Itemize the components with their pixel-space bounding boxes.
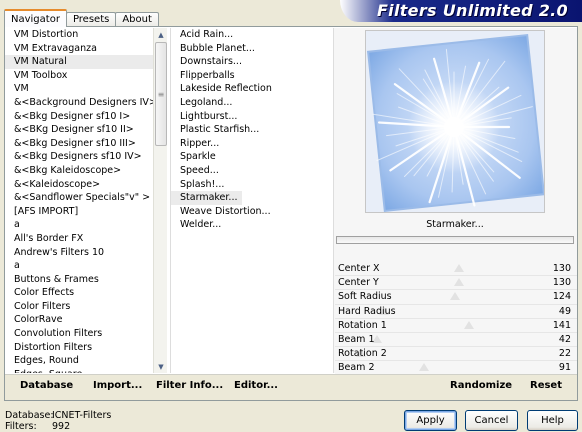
scroll-thumb[interactable]: ≡ <box>155 42 167 146</box>
category-item[interactable]: ColorRave <box>5 313 153 327</box>
category-item[interactable]: Edges, Square <box>5 368 153 373</box>
category-item[interactable]: VM Natural <box>5 55 153 69</box>
param-value: 124 <box>552 291 571 303</box>
param-row[interactable]: Soft Radius 124 <box>335 290 577 305</box>
category-item[interactable]: &<Bkg Designer sf10 I> <box>5 110 153 124</box>
app-title: Filters Unlimited 2.0 <box>376 1 568 20</box>
filter-item[interactable]: Sparkle <box>171 150 332 164</box>
param-row[interactable]: Hard Radius 49 <box>335 305 577 319</box>
param-value: 130 <box>552 263 571 274</box>
slider-marker-icon[interactable] <box>454 278 465 287</box>
param-name: Hard Radius <box>338 305 396 317</box>
slider-marker-icon[interactable] <box>449 292 460 301</box>
apply-button[interactable]: Apply <box>404 410 457 431</box>
preview-image <box>365 30 545 213</box>
param-name: Soft Radius <box>338 291 392 303</box>
filter-item[interactable]: Weave Distortion... <box>171 205 332 219</box>
slider-marker-icon[interactable] <box>454 264 465 272</box>
param-value: 22 <box>558 348 571 360</box>
category-item[interactable]: Edges, Round <box>5 354 153 368</box>
category-item[interactable]: &<Bkg Kaleidoscope> <box>5 164 153 178</box>
param-value: 49 <box>558 305 571 317</box>
randomize-button[interactable]: Randomize <box>450 380 512 391</box>
database-status-value: ICNET-Filters <box>52 410 112 421</box>
editor-button[interactable]: Editor... <box>234 380 278 391</box>
category-item[interactable]: &<BKg Designer sf10 II> <box>5 123 153 137</box>
category-item[interactable]: &<Background Designers IV> <box>5 96 153 110</box>
tab-navigator[interactable]: Navigator <box>4 9 67 27</box>
starburst-preview <box>366 31 544 212</box>
database-status-label: Database: <box>5 410 54 421</box>
category-scrollbar[interactable]: ▲ ≡ ▼ <box>153 28 167 373</box>
filter-info-button[interactable]: Filter Info... <box>156 380 223 391</box>
filter-item[interactable]: Flipperballs <box>171 69 332 83</box>
header-banner: Filters Unlimited 2.0 <box>340 0 582 22</box>
category-item[interactable]: VM <box>5 82 153 96</box>
category-item[interactable]: a <box>5 259 153 273</box>
param-name: Rotation 2 <box>338 348 387 360</box>
param-row[interactable]: Center Y 130 <box>335 276 577 291</box>
filter-item[interactable]: Lightburst... <box>171 110 332 124</box>
filter-list[interactable]: Acid Rain... Bubble Planet... Downstairs..… <box>170 28 332 373</box>
param-value: 141 <box>552 319 571 331</box>
filter-item[interactable]: Downstairs... <box>171 55 332 69</box>
filter-item[interactable]: Legoland... <box>171 96 332 110</box>
param-row[interactable]: Center X 130 <box>335 262 577 277</box>
scroll-down-arrow-icon[interactable]: ▼ <box>154 360 168 373</box>
category-item[interactable]: All's Border FX <box>5 232 153 246</box>
filter-item[interactable]: Ripper... <box>171 137 332 151</box>
tab-presets[interactable]: Presets <box>65 12 117 27</box>
parameter-list[interactable]: Center X 130 Center Y 130 Soft Radius 124 Hard… <box>335 262 577 376</box>
param-row[interactable]: Beam 1 42 <box>335 333 577 348</box>
param-name: Center X <box>338 263 380 274</box>
category-item[interactable]: &<Bkg Designer sf10 III> <box>5 137 153 151</box>
help-button[interactable]: Help <box>527 410 578 431</box>
category-item[interactable]: &<Kaleidoscope> <box>5 178 153 192</box>
category-item[interactable]: &<Sandflower Specials"v" > <box>5 191 153 205</box>
category-item[interactable]: VM Toolbox <box>5 69 153 83</box>
cancel-button[interactable]: Cancel <box>465 410 518 431</box>
category-item[interactable]: Convolution Filters <box>5 327 153 341</box>
filter-item[interactable]: Welder... <box>171 218 332 232</box>
param-name: Center Y <box>338 277 379 289</box>
category-item[interactable]: Buttons & Frames <box>5 273 153 287</box>
category-item[interactable]: VM Extravaganza <box>5 42 153 56</box>
reset-button[interactable]: Reset <box>530 380 562 391</box>
slider-marker-icon[interactable] <box>419 363 430 372</box>
selected-filter-label: Starmaker... <box>426 219 484 230</box>
category-item[interactable]: Distortion Filters <box>5 341 153 355</box>
filter-item[interactable]: Acid Rain... <box>171 28 332 42</box>
filters-count-value: 992 <box>52 421 71 432</box>
filter-item[interactable]: Speed... <box>171 164 332 178</box>
filter-item[interactable]: Lakeside Reflection <box>171 82 332 96</box>
progress-bar <box>336 236 574 244</box>
grip-icon: ≡ <box>157 89 165 99</box>
param-row[interactable]: Rotation 2 22 <box>335 347 577 362</box>
category-item[interactable]: Color Filters <box>5 300 153 314</box>
param-value: 42 <box>558 333 571 345</box>
param-name: Beam 1 <box>338 333 375 345</box>
filters-count-label: Filters: <box>5 421 37 432</box>
category-item[interactable]: [AFS IMPORT] <box>5 205 153 219</box>
param-value: 130 <box>552 277 571 289</box>
category-item[interactable]: Color Effects <box>5 286 153 300</box>
filter-item[interactable]: Starmaker... <box>171 191 242 205</box>
filter-item[interactable]: Bubble Planet... <box>171 42 332 56</box>
import-button[interactable]: Import... <box>93 380 142 391</box>
slider-marker-icon[interactable] <box>463 320 474 329</box>
param-name: Rotation 1 <box>338 319 387 331</box>
category-item[interactable]: Andrew's Filters 10 <box>5 246 153 260</box>
filter-item[interactable]: Splash!... <box>171 178 332 192</box>
filter-item[interactable]: Plastic Starfish... <box>171 123 332 137</box>
param-row[interactable]: Rotation 1 141 <box>335 319 577 333</box>
tab-bar: Navigator Presets About <box>4 9 159 27</box>
category-item[interactable]: &<Bkg Designers sf10 IV> <box>5 150 153 164</box>
scroll-up-arrow-icon[interactable]: ▲ <box>154 28 168 41</box>
category-list[interactable]: VM Distortion VM Extravaganza VM Natural VM… <box>5 28 153 373</box>
category-item[interactable]: a <box>5 218 153 232</box>
tab-about[interactable]: About <box>115 12 159 27</box>
category-item[interactable]: VM Distortion <box>5 28 153 42</box>
database-button[interactable]: Database <box>20 380 73 391</box>
